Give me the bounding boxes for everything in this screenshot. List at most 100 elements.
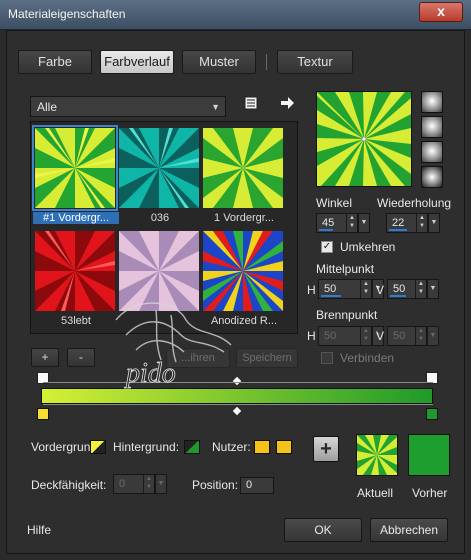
title-bar: Materialeigenschaften x [0, 0, 471, 30]
focal-v-label: V [376, 329, 385, 343]
focal-h-label: H [307, 329, 316, 343]
remove-gradient-button[interactable]: - [67, 348, 95, 367]
gallery-item[interactable]: 1 Vordergr... [201, 126, 283, 224]
add-swatch-button[interactable]: + [313, 436, 339, 462]
category-value: Alle [37, 100, 58, 114]
chevron-down-icon[interactable]: ▼ [358, 213, 370, 233]
position-field[interactable]: 0 [240, 477, 274, 494]
opacity-value: 0 [119, 478, 126, 490]
gradient-preview[interactable] [316, 91, 412, 187]
color-stop-left[interactable] [37, 408, 49, 420]
gallery-item-label: 53lebt [61, 315, 91, 327]
previous-label: Vorher [412, 486, 448, 500]
gallery-item[interactable]: Anodized R... [201, 229, 283, 327]
center-h-value: 50 [324, 283, 337, 295]
center-v-label: V [376, 283, 385, 297]
opacity-label: Deckfähigkeit: [31, 478, 107, 492]
style-linear-button[interactable] [421, 91, 443, 113]
focal-h-value: 50 [324, 330, 337, 342]
gallery-item-label: #1 Vordergr... [33, 212, 119, 224]
current-swatch[interactable] [356, 434, 398, 476]
repeat-slider-fill [389, 229, 407, 231]
link-checkbox[interactable] [321, 352, 333, 364]
user-color-swatch-2[interactable] [276, 440, 292, 454]
angle-slider-fill [319, 229, 333, 231]
tab-farbe[interactable]: Farbe [18, 50, 92, 74]
focal-v-field[interactable]: 50 ▲ ▼ ▼ [387, 326, 439, 346]
color-track [43, 404, 433, 405]
invert-checkbox[interactable]: ✓ [321, 241, 333, 253]
gallery-item[interactable] [117, 229, 199, 311]
center-v-value: 50 [393, 283, 406, 295]
close-button[interactable]: x [419, 2, 463, 22]
color-stop-right[interactable] [426, 408, 438, 420]
focal-v-value: 50 [393, 330, 406, 342]
tab-muster[interactable]: Muster [182, 50, 256, 74]
spin-arrows-icon[interactable]: ▲ ▼ [415, 280, 426, 298]
link-label: Verbinden [340, 351, 395, 365]
center-v-slider-fill [390, 295, 406, 297]
repeat-label: Wiederholung [377, 196, 452, 210]
library-manage-icon[interactable] [240, 95, 262, 115]
gradient-thumbnail [35, 231, 115, 311]
add-gradient-button[interactable]: + [31, 348, 59, 367]
background-label: Hintergrund: [113, 440, 180, 454]
opacity-track [43, 382, 433, 383]
style-sunburst-button[interactable] [421, 166, 443, 188]
user-color-swatch[interactable] [254, 440, 270, 454]
background-swatch[interactable] [184, 440, 200, 454]
gallery-item-label: Anodized R... [210, 315, 278, 327]
spin-arrows-icon[interactable]: ▲ ▼ [360, 280, 371, 298]
chevron-down-icon[interactable]: ▼ [155, 474, 167, 494]
invert-label: Umkehren [340, 240, 396, 254]
help-link[interactable]: Hilfe [27, 523, 51, 537]
center-v-field[interactable]: 50 ▲ ▼ ▼ [387, 279, 439, 299]
angle-label: Winkel [316, 196, 353, 210]
center-point-label: Mittelpunkt [316, 262, 375, 276]
gallery-item[interactable]: #1 Vordergr... [32, 125, 119, 224]
center-h-label: H [307, 283, 316, 297]
center-h-slider-fill [321, 295, 341, 297]
chevron-down-icon[interactable]: ▼ [427, 326, 439, 346]
gallery-item[interactable]: 53lebt [33, 229, 115, 327]
spin-arrows-icon[interactable]: ▲ ▼ [346, 214, 357, 232]
gradient-thumbnail [119, 128, 199, 208]
tab-textur[interactable]: Textur [277, 50, 353, 74]
tab-farbverlauf[interactable]: Farbverlauf [100, 50, 174, 74]
angle-value: 45 [322, 217, 335, 229]
gradient-gallery[interactable]: #1 Vordergr... 036 1 Vordergr... 53lebt [30, 121, 298, 334]
foreground-swatch[interactable] [90, 440, 106, 454]
angle-field[interactable]: 45 ▲ ▼ ▼ [316, 213, 370, 233]
gradient-thumbnail [203, 231, 283, 311]
chevron-down-icon[interactable]: ▼ [427, 279, 439, 299]
user-label: Nutzer: [212, 440, 251, 454]
gradient-bar[interactable] [41, 388, 433, 404]
spin-arrows-icon[interactable]: ▲ ▼ [360, 327, 371, 345]
center-h-field[interactable]: 50 ▲ ▼ ▼ [318, 279, 384, 299]
repeat-field[interactable]: 22 ▲ ▼ ▼ [386, 213, 440, 233]
save-button[interactable]: Speichern [236, 348, 298, 368]
window-title: Materialeigenschaften [8, 7, 126, 21]
cancel-button[interactable]: Abbrechen [370, 518, 448, 542]
opacity-field[interactable]: 0 ▲ ▼ ▼ [113, 474, 167, 494]
focal-h-field[interactable]: 50 ▲ ▼ ▼ [318, 326, 384, 346]
spin-arrows-icon[interactable]: ▲ ▼ [416, 214, 427, 232]
position-value: 0 [246, 479, 253, 491]
rename-button[interactable]: ...ihren [166, 348, 230, 368]
gradient-thumbnail [32, 125, 118, 211]
gradient-thumbnail [119, 231, 199, 311]
position-label: Position: [192, 478, 239, 492]
tab-separator [266, 54, 267, 70]
arrow-right-icon[interactable] [276, 95, 298, 115]
category-dropdown[interactable]: Alle ▼ [30, 96, 226, 117]
chevron-down-icon[interactable]: ▼ [428, 213, 440, 233]
spin-arrows-icon[interactable]: ▲ ▼ [143, 475, 154, 493]
ok-button[interactable]: OK [284, 518, 362, 542]
gallery-item-label: 036 [150, 212, 170, 224]
gallery-item[interactable]: 036 [117, 126, 199, 224]
spin-arrows-icon[interactable]: ▲ ▼ [415, 327, 426, 345]
style-radial-button[interactable] [421, 141, 443, 163]
repeat-value: 22 [392, 217, 405, 229]
previous-swatch[interactable] [408, 434, 450, 476]
style-rectangular-button[interactable] [421, 116, 443, 138]
